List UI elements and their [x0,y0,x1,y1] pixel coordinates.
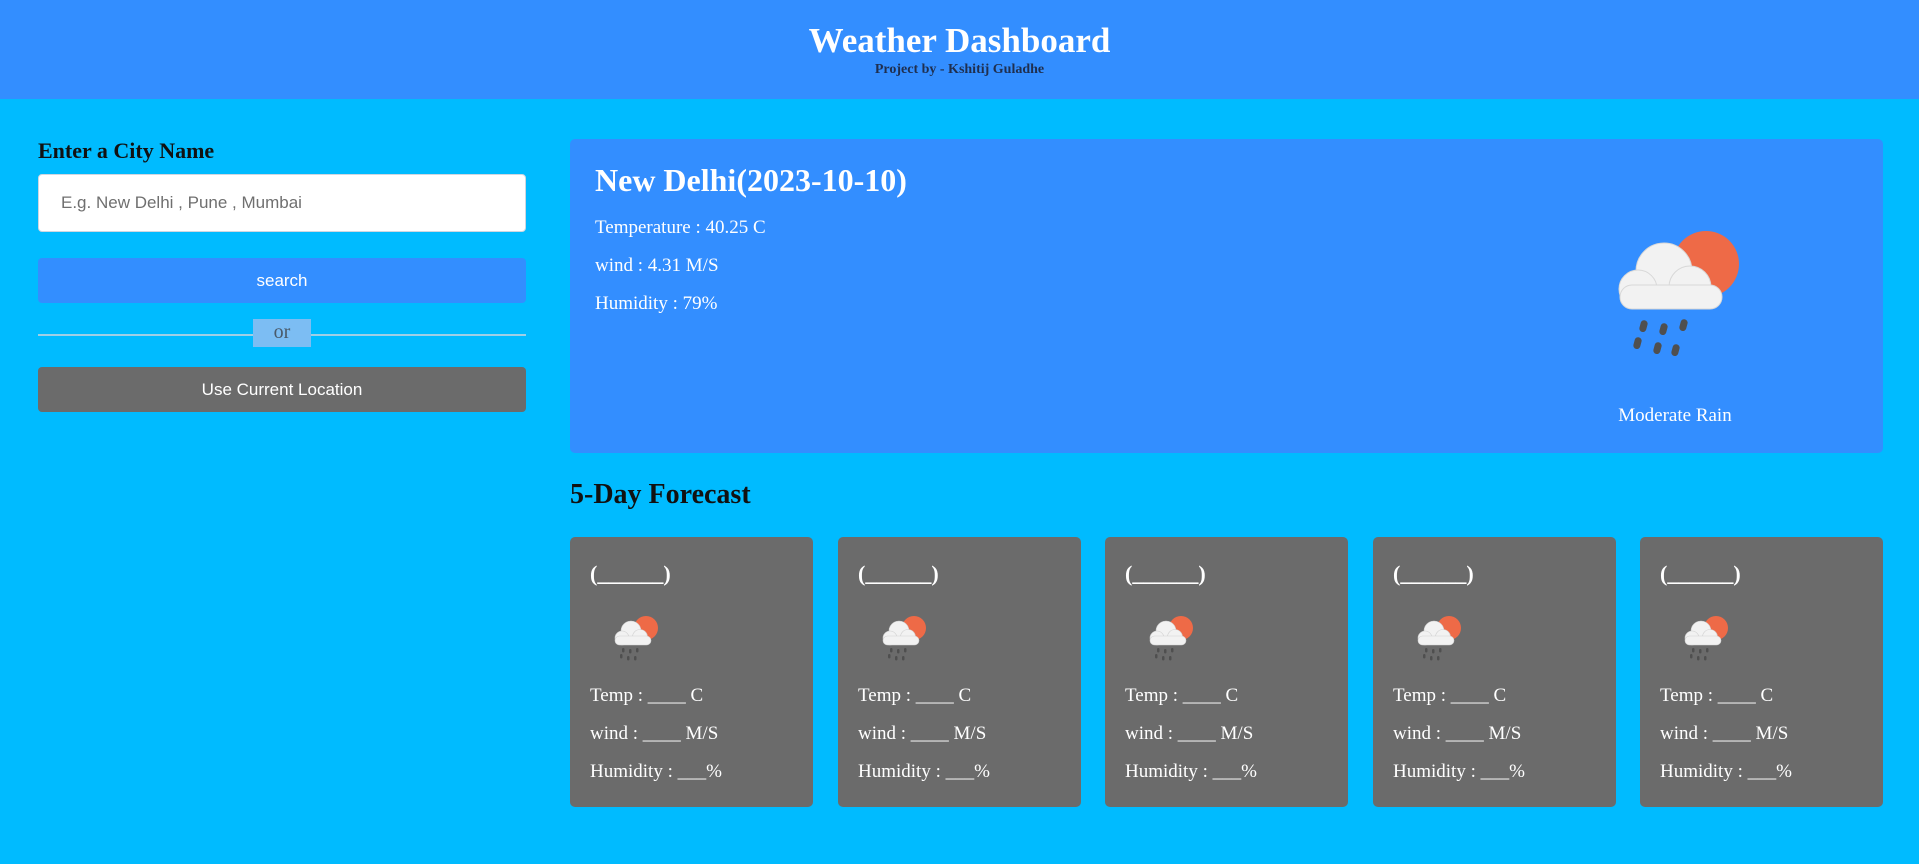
city-search-input[interactable] [38,174,526,232]
rain-cloud-sun-icon [1417,616,1461,661]
forecast-card: (______) Temp : ____ C wind : ____ M/S H… [838,537,1081,807]
page-header: Weather Dashboard Project by - Kshitij G… [0,0,1919,99]
forecast-wind: wind : ____ M/S [1660,723,1789,744]
forecast-humidity: Humidity : ___% [858,761,990,782]
forecast-humidity: Humidity : ___% [1393,761,1525,782]
city-input-label: Enter a City Name [38,138,215,163]
forecast-date: (______) [590,561,671,586]
forecast-temp: Temp : ____ C [1393,685,1507,706]
forecast-wind: wind : ____ M/S [590,723,719,744]
current-humidity: Humidity : 79% [595,293,718,314]
forecast-wind: wind : ____ M/S [858,723,987,744]
or-divider: or [38,319,526,347]
or-label: or [253,319,311,347]
current-city-title: New Delhi(2023-10-10) [595,162,907,198]
rain-cloud-sun-icon [1149,616,1193,661]
forecast-card: (______) Temp : ____ C wind : ____ M/S H… [1640,537,1883,807]
use-current-location-button[interactable]: Use Current Location [38,367,526,412]
forecast-temp: Temp : ____ C [590,685,704,706]
rain-cloud-sun-icon [1684,616,1728,661]
forecast-date: (______) [1660,561,1741,586]
rain-cloud-sun-icon [882,616,926,661]
forecast-card: (______) Temp : ____ C wind : ____ M/S H… [1373,537,1616,807]
current-wind: wind : 4.31 M/S [595,255,719,276]
search-button[interactable]: search [38,258,526,303]
forecast-date: (______) [1393,561,1474,586]
forecast-card: (______) Temp : ____ C wind : ____ M/S H… [1105,537,1348,807]
page-title: Weather Dashboard [808,21,1111,60]
forecast-humidity: Humidity : ___% [1125,761,1257,782]
moderate-rain-icon [1618,231,1739,357]
search-panel: Enter a City Name search or Use Current … [38,138,526,412]
current-weather-card: New Delhi(2023-10-10) Temperature : 40.2… [570,139,1883,453]
forecast-date: (______) [1125,561,1206,586]
forecast-cards: (______) Temp : ____ C wind : ____ M/S H… [570,537,1883,807]
forecast-title: 5-Day Forecast [570,479,751,510]
forecast-date: (______) [858,561,939,586]
forecast-humidity: Humidity : ___% [1660,761,1792,782]
forecast-wind: wind : ____ M/S [1393,723,1522,744]
forecast-temp: Temp : ____ C [858,685,972,706]
weather-description: Moderate Rain [1618,405,1732,426]
forecast-wind: wind : ____ M/S [1125,723,1254,744]
forecast-card: (______) Temp : ____ C wind : ____ M/S H… [570,537,813,807]
forecast-humidity: Humidity : ___% [590,761,722,782]
page-subtitle: Project by - Kshitij Guladhe [874,62,1045,77]
forecast-temp: Temp : ____ C [1125,685,1239,706]
current-temperature: Temperature : 40.25 C [595,217,766,238]
rain-cloud-sun-icon [614,616,658,661]
forecast-temp: Temp : ____ C [1660,685,1774,706]
